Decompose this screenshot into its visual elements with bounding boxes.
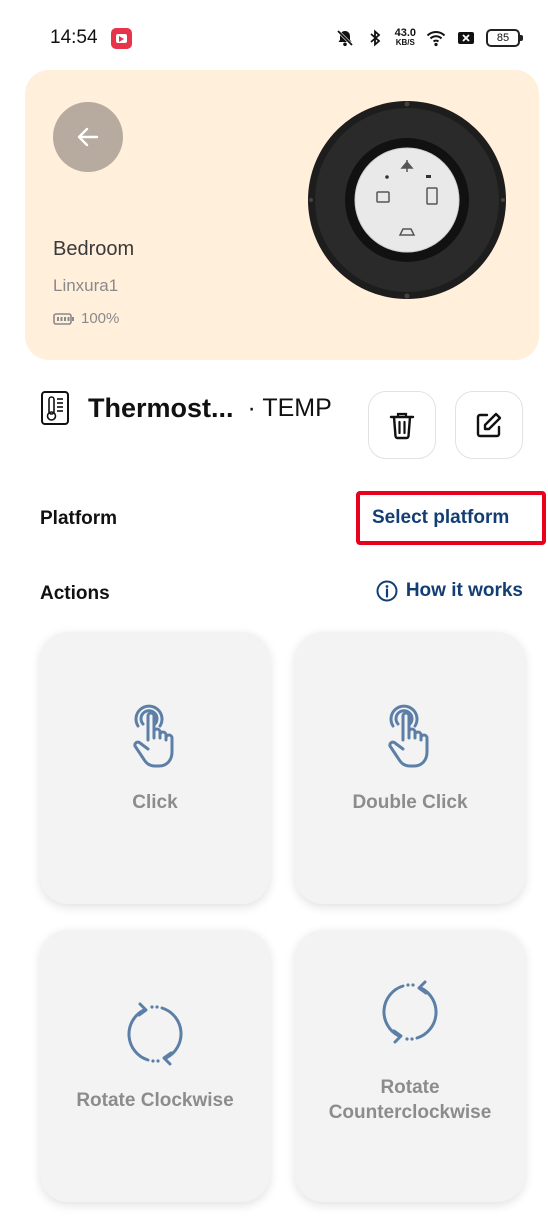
action-card-click[interactable]: Click <box>40 632 270 904</box>
mute-bell-icon <box>336 29 353 47</box>
device-name: Linxura1 <box>53 276 119 295</box>
battery-icon: 85 <box>486 29 523 47</box>
trash-icon <box>389 412 415 440</box>
device-title-row: Thermost... · TEMP <box>40 388 332 428</box>
sim-off-icon <box>458 32 474 44</box>
device-title: Thermost... <box>88 392 234 423</box>
battery-level: 85 <box>496 32 510 44</box>
action-card-label: Rotate Clockwise <box>76 1090 234 1111</box>
app-screen: 14:54 43.0 KB/S 85 Bedroom Linxura1 100%… <box>0 0 548 1220</box>
double-tap-icon <box>388 704 429 768</box>
knob-device-image <box>308 101 506 299</box>
select-platform-label: Select platform <box>372 507 510 528</box>
thermometer-icon <box>41 391 69 425</box>
status-bar: 14:54 43.0 KB/S 85 <box>0 0 548 78</box>
tap-icon <box>133 704 174 768</box>
rotate-counterclockwise-icon <box>382 980 438 1044</box>
screen-record-icon <box>111 28 132 49</box>
edit-button[interactable] <box>455 391 523 459</box>
platform-label: Platform <box>40 508 118 529</box>
network-speed-value: 43.0 <box>394 27 416 39</box>
wifi-icon <box>426 31 446 47</box>
action-card-label: Click <box>132 792 178 813</box>
actions-label: Actions <box>40 583 110 604</box>
room-name: Bedroom <box>53 238 135 260</box>
action-card-label: Double Click <box>352 792 468 813</box>
action-card-label: Rotate Counterclockwise <box>328 1077 492 1123</box>
device-battery-text: 100% <box>81 310 120 327</box>
bluetooth-icon <box>369 29 380 47</box>
status-icons: 43.0 KB/S 85 <box>335 24 523 52</box>
battery-full-icon <box>53 312 74 325</box>
action-card-rotate-counterclockwise[interactable]: Rotate Counterclockwise <box>295 930 525 1202</box>
status-time: 14:54 <box>50 27 98 48</box>
device-subtitle: · TEMP <box>247 393 332 422</box>
rotate-clockwise-icon <box>127 1002 183 1066</box>
network-speed-unit: KB/S <box>395 38 415 47</box>
info-icon <box>376 580 398 602</box>
back-button[interactable] <box>53 102 123 172</box>
action-card-double-click[interactable]: Double Click <box>295 632 525 904</box>
how-it-works-label: How it works <box>405 580 523 601</box>
how-it-works-link[interactable]: How it works <box>376 580 523 602</box>
network-speed: 43.0 KB/S <box>395 28 416 48</box>
select-platform-button[interactable]: Select platform <box>356 491 546 545</box>
arrow-left-icon <box>77 127 99 147</box>
device-hero-card: Bedroom Linxura1 100% <box>25 70 539 360</box>
action-card-rotate-clockwise[interactable]: Rotate Clockwise <box>40 930 270 1202</box>
delete-button[interactable] <box>368 391 436 459</box>
device-battery: 100% <box>53 310 119 327</box>
edit-icon <box>476 412 502 438</box>
